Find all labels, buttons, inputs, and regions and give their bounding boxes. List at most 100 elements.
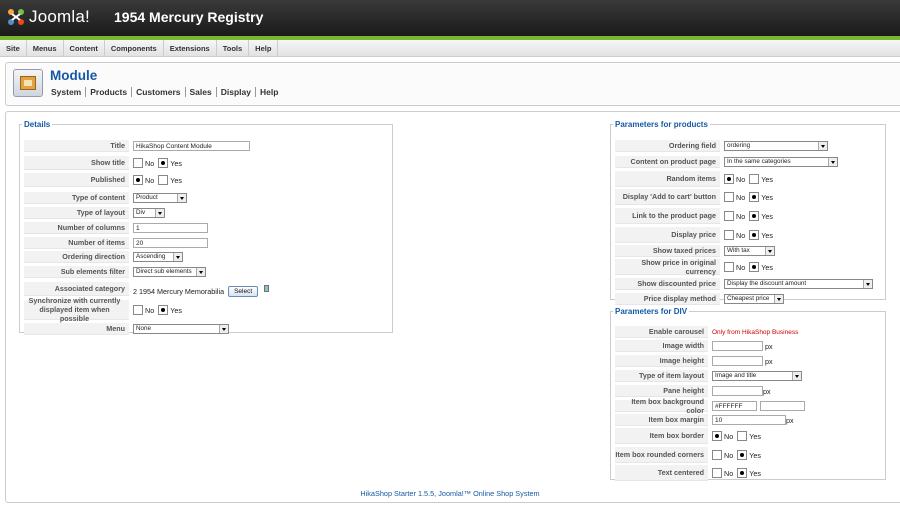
subnav-system[interactable]: System xyxy=(51,87,87,97)
chevron-down-icon xyxy=(818,142,827,150)
sub-elements-filter-select[interactable]: Direct sub elements xyxy=(133,267,206,277)
display-price-no-radio[interactable] xyxy=(724,230,734,240)
original-currency-yes-radio[interactable] xyxy=(749,262,760,272)
menu-extensions[interactable]: Extensions xyxy=(164,40,217,56)
pane-height-label: Pane height xyxy=(615,385,708,397)
rounded-corners-yes-radio[interactable] xyxy=(737,450,748,460)
content-on-product-page-label: Content on product page xyxy=(615,156,720,168)
logo-text: Joomla! xyxy=(29,7,90,26)
sub-elements-filter-label: Sub elements filter xyxy=(24,266,129,278)
type-layout-label: Type of layout xyxy=(24,207,129,219)
subnav-help[interactable]: Help xyxy=(256,87,282,97)
item-layout-select[interactable]: Image and title xyxy=(712,371,802,381)
image-height-input[interactable] xyxy=(712,356,763,366)
radio-label-no: No xyxy=(724,450,734,460)
div-fieldset: Parameters for DIV Enable carousel Only … xyxy=(610,307,886,481)
products-fieldset: Parameters for products Ordering field o… xyxy=(610,120,886,305)
text-centered-no-radio[interactable] xyxy=(712,468,722,478)
ordering-field-label: Ordering field xyxy=(615,140,720,152)
subnav-customers[interactable]: Customers xyxy=(132,87,186,97)
footer-link[interactable]: HikaShop Starter 1.5.5, Joomla!™ Online … xyxy=(0,489,900,498)
select-category-button[interactable]: Select xyxy=(228,286,259,297)
subnav-sales[interactable]: Sales xyxy=(186,87,217,97)
radio-label-no: No xyxy=(724,468,734,478)
menu-site[interactable]: Site xyxy=(0,40,27,56)
synchronize-yes-radio[interactable] xyxy=(158,305,169,315)
toolbar-box: Module System Products Customers Sales D… xyxy=(5,62,900,106)
image-width-input[interactable] xyxy=(712,341,763,351)
delete-icon[interactable] xyxy=(264,285,270,292)
details-legend: Details xyxy=(24,120,51,129)
box-border-yes-radio[interactable] xyxy=(737,431,748,441)
add-to-cart-label: Display 'Add to cart' button xyxy=(615,189,720,205)
type-content-select[interactable]: Product xyxy=(133,193,187,203)
num-columns-label: Number of columns xyxy=(24,222,129,234)
menu-tools[interactable]: Tools xyxy=(217,40,250,56)
text-centered-label: Text centered xyxy=(615,465,708,481)
box-margin-input[interactable]: 10 xyxy=(712,415,786,425)
type-layout-select[interactable]: Div xyxy=(133,208,165,218)
select-value: In the same categories xyxy=(727,158,791,165)
image-height-label: Image height xyxy=(615,355,708,367)
show-title-no-radio[interactable] xyxy=(133,158,143,168)
discounted-price-label: Show discounted price xyxy=(615,278,720,290)
random-items-no-radio[interactable] xyxy=(724,174,734,184)
radio-label-yes: Yes xyxy=(761,230,773,240)
bg-color-input[interactable]: #FFFFFF xyxy=(712,401,757,411)
select-value: Direct sub elements xyxy=(136,268,192,275)
link-product-page-no-radio[interactable] xyxy=(724,211,734,221)
ordering-direction-label: Ordering direction xyxy=(24,251,129,263)
associated-category-label: Associated category xyxy=(24,281,129,296)
subnav-products[interactable]: Products xyxy=(86,87,133,97)
site-title: 1954 Mercury Registry xyxy=(114,9,264,25)
menu-help[interactable]: Help xyxy=(249,40,279,56)
menu-menus[interactable]: Menus xyxy=(27,40,64,56)
original-currency-no-radio[interactable] xyxy=(724,262,734,272)
show-taxed-prices-select[interactable]: With tax xyxy=(724,246,775,256)
num-items-label: Number of items xyxy=(24,237,129,249)
show-title-yes-radio[interactable] xyxy=(158,158,169,168)
joomla-logo[interactable]: Joomla! xyxy=(6,7,90,27)
original-currency-label: Show price in original currency xyxy=(615,258,720,276)
subnav-display[interactable]: Display xyxy=(217,87,256,97)
menu-content[interactable]: Content xyxy=(64,40,105,56)
display-price-yes-radio[interactable] xyxy=(749,230,760,240)
enable-carousel-label: Enable carousel xyxy=(615,326,708,338)
link-product-page-yes-radio[interactable] xyxy=(749,211,760,221)
select-value: Product xyxy=(136,194,158,201)
bg-color-label: Item box background color xyxy=(615,397,708,415)
ordering-field-select[interactable]: ordering xyxy=(724,141,828,151)
color-picker-input[interactable] xyxy=(760,401,805,411)
random-items-yes-radio[interactable] xyxy=(749,174,760,184)
published-no-radio[interactable] xyxy=(133,175,143,185)
num-items-input[interactable]: 20 xyxy=(133,238,208,248)
published-yes-radio[interactable] xyxy=(158,175,169,185)
select-value: None xyxy=(136,325,152,332)
discounted-price-select[interactable]: Display the discount amount xyxy=(724,279,873,289)
menu-select[interactable]: None xyxy=(133,324,229,334)
num-columns-input[interactable]: 1 xyxy=(133,223,208,233)
pane-height-input[interactable] xyxy=(712,386,763,396)
title-input[interactable]: HikaShop Content Module xyxy=(133,141,250,151)
carousel-note: Only from HikaShop Business xyxy=(712,328,799,336)
ordering-direction-select[interactable]: Ascending xyxy=(133,252,183,262)
px-unit: px xyxy=(786,415,794,425)
link-product-page-label: Link to the product page xyxy=(615,208,720,224)
select-value: Display the discount amount xyxy=(727,280,807,287)
main-menu: Site Menus Content Components Extensions… xyxy=(0,40,900,57)
price-display-method-select[interactable]: Cheapest price xyxy=(724,294,784,304)
rounded-corners-no-radio[interactable] xyxy=(712,450,722,460)
synchronize-no-radio[interactable] xyxy=(133,305,143,315)
published-label: Published xyxy=(24,173,129,187)
menu-components[interactable]: Components xyxy=(105,40,164,56)
box-border-no-radio[interactable] xyxy=(712,431,722,441)
radio-label-yes: Yes xyxy=(749,450,761,460)
radio-label-no: No xyxy=(736,211,746,221)
add-to-cart-no-radio[interactable] xyxy=(724,192,734,202)
add-to-cart-yes-radio[interactable] xyxy=(749,192,760,202)
radio-label-no: No xyxy=(736,192,746,202)
px-unit: px xyxy=(765,341,773,351)
content-on-product-page-select[interactable]: In the same categories xyxy=(724,157,838,167)
text-centered-yes-radio[interactable] xyxy=(737,468,748,478)
select-value: Div xyxy=(136,209,146,216)
